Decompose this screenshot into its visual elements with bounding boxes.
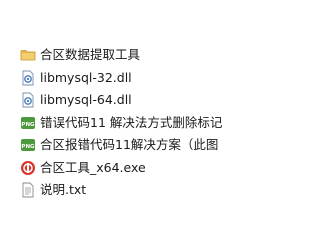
file-name: libmysql-32.dll: [40, 69, 132, 85]
file-item-png[interactable]: PNG 错误代码11 解决法方式删除标记: [20, 112, 251, 135]
file-item-folder[interactable]: 合区数据提取工具: [20, 44, 251, 67]
file-name: 说明.txt: [40, 182, 87, 198]
svg-text:PNG: PNG: [21, 122, 35, 128]
file-name: 合区数据提取工具: [40, 47, 141, 63]
dll-icon: [20, 70, 36, 86]
file-name: 合区报错代码11解决方案（此图: [40, 137, 219, 153]
file-item-dll[interactable]: libmysql-64.dll: [20, 89, 251, 112]
file-item-txt[interactable]: 说明.txt: [20, 179, 251, 202]
png-image-icon: PNG: [20, 115, 36, 131]
file-item-png[interactable]: PNG 合区报错代码11解决方案（此图: [20, 134, 251, 157]
file-name: libmysql-64.dll: [40, 92, 132, 108]
file-name: 错误代码11 解决法方式删除标记: [40, 114, 223, 130]
txt-file-icon: [20, 182, 36, 198]
svg-text:PNG: PNG: [21, 144, 35, 150]
folder-icon: [20, 47, 36, 63]
png-image-icon: PNG: [20, 137, 36, 153]
file-name: 合区工具_x64.exe: [40, 159, 146, 175]
file-item-exe[interactable]: 合区工具_x64.exe: [20, 157, 251, 180]
file-list: 合区数据提取工具 libmysql-32.dll libmysql-64.dll: [20, 44, 251, 202]
exe-app-icon: [20, 160, 36, 176]
dll-icon: [20, 92, 36, 108]
file-item-dll[interactable]: libmysql-32.dll: [20, 67, 251, 90]
